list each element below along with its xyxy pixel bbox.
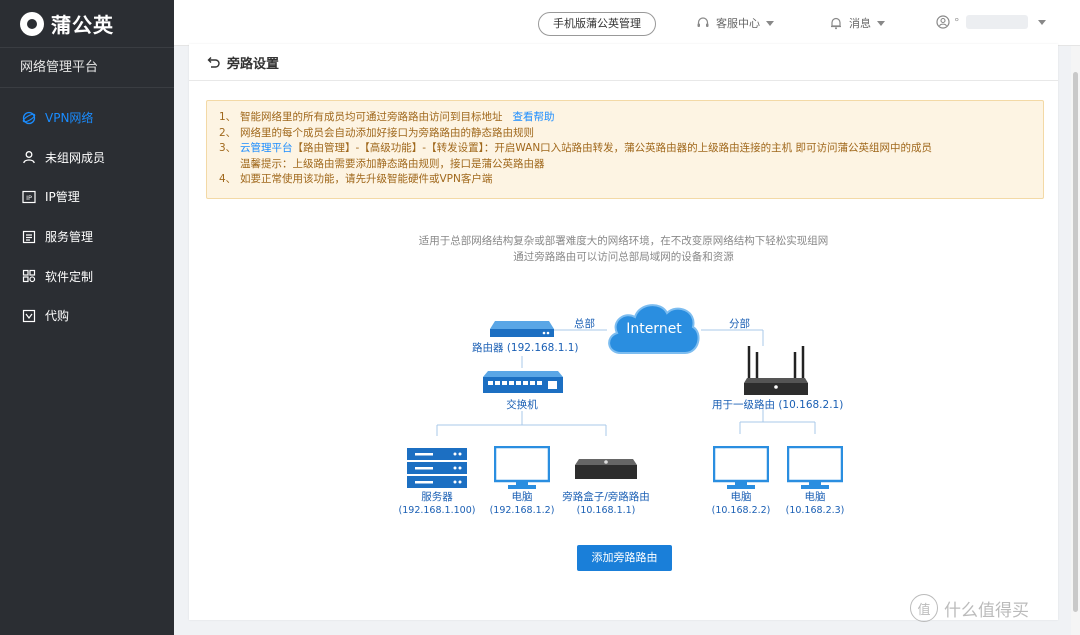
- brand-logo[interactable]: 蒲公英: [0, 0, 174, 48]
- branch-router-label: 用于一级路由 (10.168.2.1): [712, 399, 844, 411]
- switch-icon: [482, 370, 564, 397]
- pc-ip: (192.168.1.2): [489, 505, 555, 516]
- sidebar-item-label: 未组网成员: [45, 150, 106, 165]
- branch-pc-ip: (10.168.2.3): [785, 505, 845, 516]
- vpn-globe-icon: [22, 111, 36, 125]
- top-bar: 手机版蒲公英管理 客服中心 消息 °: [174, 0, 1080, 46]
- user-name-blurred: [965, 15, 1028, 29]
- scrollbar-thumb[interactable]: [1073, 72, 1078, 612]
- branch-label: 分部: [729, 318, 750, 330]
- server-ip: (192.168.1.100): [398, 505, 476, 516]
- computer-icon: [786, 445, 844, 493]
- sidebar-item-label: IP管理: [45, 190, 80, 205]
- switch-label: 交换机: [506, 399, 538, 411]
- sidebar-item-label: 服务管理: [45, 230, 94, 245]
- messages-menu[interactable]: 消息: [829, 15, 885, 31]
- sidebar-nav: VPN网络 未组网成员 IP IP管理 服务管理 软件定制 代购: [0, 98, 174, 336]
- svg-text:IP: IP: [26, 194, 32, 202]
- branch-pc-label: 电脑: [804, 491, 826, 503]
- watermark: 值 什么值得买: [910, 594, 1029, 622]
- computer-icon: [712, 445, 770, 493]
- bypass-box-icon: [574, 458, 638, 483]
- service-center-label: 客服中心: [716, 17, 760, 30]
- sidebar-item-label: 代购: [45, 309, 70, 324]
- chevron-down-icon: [1037, 19, 1046, 25]
- brand-name: 蒲公英: [51, 13, 114, 37]
- bypass-settings-card: 旁路设置 1、 智能网络里的所有成员均可通过旁路路由访问到目标地址 查看帮助 2、…: [189, 44, 1058, 620]
- internet-label: Internet: [626, 321, 682, 337]
- server-label: 服务器: [421, 491, 453, 503]
- chevron-down-icon: [877, 20, 885, 26]
- topology-diagram: Internet 总部 分部 路由器 (192.168.1.1) 交换机 用于一…: [189, 44, 1058, 620]
- bypass-box-label: 旁路盒子/旁路路由: [562, 491, 650, 503]
- pc-label: 电脑: [511, 491, 533, 503]
- headset-icon: [696, 16, 710, 30]
- sidebar-item-purchase[interactable]: 代购: [0, 296, 174, 336]
- server-icon: [407, 448, 467, 491]
- avatar-icon: [936, 15, 950, 29]
- hq-label: 总部: [574, 318, 595, 330]
- branch-pc-label: 电脑: [730, 491, 752, 503]
- router-icon: [489, 319, 555, 342]
- service-center-menu[interactable]: 客服中心: [696, 15, 774, 31]
- grid-icon: [22, 269, 36, 283]
- sidebar-item-ip[interactable]: IP IP管理: [0, 177, 174, 217]
- user-icon: [22, 150, 36, 164]
- watermark-text: 什么值得买: [944, 600, 1029, 621]
- bell-icon: [829, 16, 843, 30]
- sidebar-item-label: 软件定制: [45, 269, 94, 284]
- logo-icon: [20, 11, 44, 36]
- watermark-logo: 值: [910, 594, 938, 622]
- branch-pc-ip: (10.168.2.2): [711, 505, 771, 516]
- router-label: 路由器 (192.168.1.1): [472, 342, 579, 354]
- service-list-icon: [22, 230, 36, 244]
- bypass-box-ip: (10.168.1.1): [576, 505, 636, 516]
- sidebar-item-members[interactable]: 未组网成员: [0, 138, 174, 178]
- computer-icon: [493, 445, 551, 493]
- sidebar-item-service[interactable]: 服务管理: [0, 217, 174, 257]
- messages-label: 消息: [849, 17, 871, 30]
- user-menu[interactable]: °: [936, 15, 1046, 29]
- sidebar-item-custom[interactable]: 软件定制: [0, 256, 174, 296]
- add-bypass-router-button[interactable]: 添加旁路路由: [577, 545, 672, 571]
- sidebar-item-vpn[interactable]: VPN网络: [0, 98, 174, 138]
- mobile-manage-button[interactable]: 手机版蒲公英管理: [538, 12, 656, 36]
- platform-title: 网络管理平台: [0, 48, 174, 88]
- user-prefix: °: [954, 15, 960, 29]
- purchase-icon: [22, 309, 36, 323]
- sidebar-item-label: VPN网络: [45, 111, 94, 126]
- wireless-router-icon: [743, 344, 809, 399]
- chevron-down-icon: [766, 20, 774, 26]
- sidebar: 蒲公英 网络管理平台 VPN网络 未组网成员 IP IP管理 服务管理 软件定制…: [0, 0, 174, 635]
- ip-icon: IP: [22, 190, 36, 204]
